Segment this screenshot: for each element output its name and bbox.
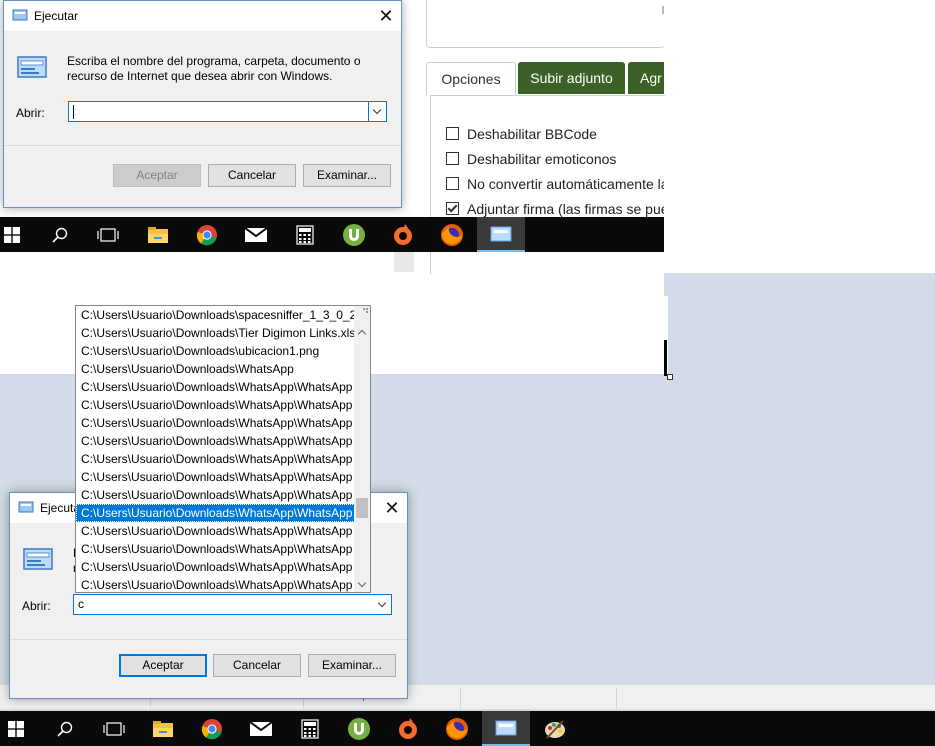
mail-icon[interactable] (232, 217, 280, 252)
canvas-resize-handle[interactable] (667, 374, 673, 380)
chevron-down-icon[interactable] (368, 102, 386, 121)
chrome-icon[interactable] (188, 711, 236, 746)
windows-start-icon[interactable] (0, 711, 40, 746)
open-input[interactable]: c (73, 594, 392, 615)
run-program-icon (23, 548, 53, 570)
option-label: Deshabilitar BBCode (467, 126, 597, 142)
web-page-right-area (664, 0, 935, 273)
autocomplete-item[interactable]: C:\Users\Usuario\Downloads\WhatsApp\What… (76, 378, 355, 396)
run-icon (12, 9, 28, 21)
dialog-title: Ejecutar (34, 9, 79, 23)
status-separator (616, 688, 617, 708)
chevron-down-icon[interactable] (374, 595, 391, 614)
cancel-button[interactable]: Cancelar (208, 164, 296, 187)
autocomplete-item[interactable]: C:\Users\Usuario\Downloads\WhatsApp\What… (76, 540, 355, 558)
checkbox[interactable] (446, 152, 459, 165)
autocomplete-item[interactable]: C:\Users\Usuario\Downloads\WhatsApp (76, 360, 355, 378)
file-explorer-icon[interactable] (139, 711, 187, 746)
dialog-description: Escriba el nombre del programa, carpeta,… (67, 54, 361, 84)
browse-button[interactable]: Examinar... (308, 654, 396, 677)
option-label: Deshabilitar emoticonos (467, 151, 617, 167)
status-separator (460, 688, 461, 708)
resize-grip-icon[interactable] (354, 306, 370, 316)
checkbox-checked[interactable] (446, 202, 459, 215)
tab-subir-adjunto[interactable]: Subir adjunto (518, 62, 625, 94)
page-strip (0, 252, 414, 274)
autocomplete-item[interactable]: C:\Users\Usuario\Downloads\WhatsApp\What… (76, 504, 355, 522)
autocomplete-item[interactable]: C:\Users\Usuario\Downloads\WhatsApp\What… (76, 396, 355, 414)
autocomplete-item[interactable]: C:\Users\Usuario\Downloads\ubicacion1.pn… (76, 342, 355, 360)
utorrent-icon[interactable] (330, 217, 378, 252)
autocomplete-item[interactable]: C:\Users\Usuario\Downloads\WhatsApp\What… (76, 522, 355, 540)
textarea-resize-mark (662, 6, 664, 14)
option-disable-bbcode[interactable]: Deshabilitar BBCode (446, 126, 664, 146)
utorrent-icon[interactable] (335, 711, 383, 746)
autocomplete-item[interactable]: C:\Users\Usuario\Downloads\WhatsApp\What… (76, 486, 355, 504)
search-icon[interactable] (36, 217, 84, 252)
autocomplete-list[interactable]: C:\Users\Usuario\Downloads\spacesniffer_… (75, 305, 371, 593)
scroll-thumb[interactable] (356, 498, 368, 518)
file-explorer-icon[interactable] (134, 217, 182, 252)
close-button[interactable]: ✕ (369, 493, 415, 523)
autocomplete-item[interactable]: C:\Users\Usuario\Downloads\WhatsApp\What… (76, 450, 355, 468)
origin-icon[interactable] (384, 711, 432, 746)
dialog-footer: Aceptar Cancelar Examinar... (10, 639, 407, 698)
chrome-icon[interactable] (183, 217, 231, 252)
autocomplete-item[interactable]: C:\Users\Usuario\Downloads\spacesniffer_… (76, 306, 355, 324)
tab-opciones[interactable]: Opciones (426, 62, 516, 96)
origin-icon[interactable] (379, 217, 427, 252)
taskbar-bottom (0, 711, 935, 746)
open-input-value: c (78, 597, 84, 611)
text-caret (73, 105, 74, 119)
open-label: Abrir: (22, 599, 51, 613)
browse-button[interactable]: Examinar... (303, 164, 391, 187)
autocomplete-item[interactable]: C:\Users\Usuario\Downloads\WhatsApp\What… (76, 432, 355, 450)
tab-agregar[interactable]: Agr (628, 62, 664, 94)
description-line: recurso de Internet que desea abrir con … (67, 69, 333, 83)
run-icon (18, 501, 34, 513)
taskbar-top (0, 217, 664, 252)
windows-start-icon[interactable] (0, 217, 36, 252)
page-scroll-strip (394, 250, 414, 272)
list-scrollbar[interactable] (354, 306, 370, 592)
ok-button[interactable]: Aceptar (119, 654, 207, 677)
firefox-icon[interactable] (428, 217, 476, 252)
task-view-icon[interactable] (84, 217, 132, 252)
option-no-auto-convert[interactable]: No convertir automáticamente la (446, 176, 664, 196)
paint-icon[interactable] (531, 711, 579, 746)
canvas-border (664, 340, 667, 376)
autocomplete-item[interactable]: C:\Users\Usuario\Downloads\Tier Digimon … (76, 324, 355, 342)
message-textarea[interactable] (426, 0, 665, 48)
checkbox[interactable] (446, 127, 459, 140)
open-input[interactable] (68, 101, 387, 122)
task-view-icon[interactable] (90, 711, 138, 746)
description-line: Escriba el nombre del programa, carpeta,… (67, 54, 361, 68)
option-disable-emoticons[interactable]: Deshabilitar emoticonos (446, 151, 664, 171)
run-dialog-icon[interactable] (477, 217, 525, 252)
open-label: Abrir: (16, 106, 45, 120)
option-label: No convertir automáticamente la (467, 176, 664, 192)
calculator-icon[interactable] (281, 217, 329, 252)
autocomplete-item[interactable]: C:\Users\Usuario\Downloads\WhatsApp\What… (76, 576, 355, 592)
option-label: Adjuntar firma (las firmas se pue (467, 201, 664, 217)
search-icon[interactable] (41, 711, 89, 746)
firefox-icon[interactable] (433, 711, 481, 746)
dialog-footer: Aceptar Cancelar Examinar... (4, 145, 401, 207)
close-button[interactable]: ✕ (363, 1, 409, 31)
checkbox[interactable] (446, 177, 459, 190)
ok-button[interactable]: Aceptar (113, 164, 201, 187)
scroll-up-icon[interactable] (354, 324, 370, 340)
autocomplete-item[interactable]: C:\Users\Usuario\Downloads\WhatsApp\What… (76, 468, 355, 486)
calculator-icon[interactable] (286, 711, 334, 746)
run-dialog-top: Ejecutar ✕ Escriba el nombre del program… (3, 0, 402, 208)
cancel-button[interactable]: Cancelar (213, 654, 301, 677)
scroll-down-icon[interactable] (354, 576, 370, 592)
run-dialog-icon[interactable] (482, 711, 530, 746)
mail-icon[interactable] (237, 711, 285, 746)
autocomplete-item[interactable]: C:\Users\Usuario\Downloads\WhatsApp\What… (76, 558, 355, 576)
run-program-icon (17, 56, 47, 78)
title-bar[interactable]: Ejecutar ✕ (4, 1, 401, 31)
autocomplete-item[interactable]: C:\Users\Usuario\Downloads\WhatsApp\What… (76, 414, 355, 432)
